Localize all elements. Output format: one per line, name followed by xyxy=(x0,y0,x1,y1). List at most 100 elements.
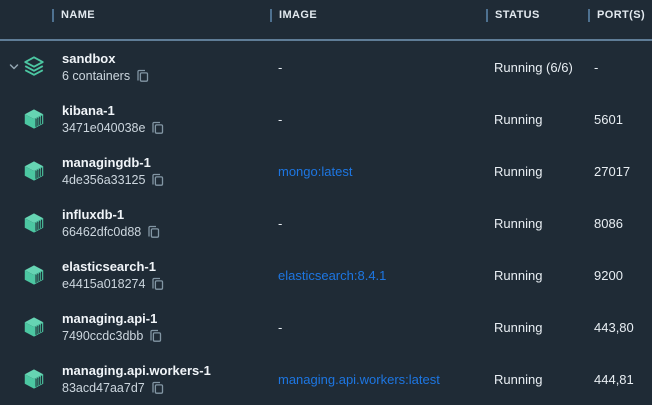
container-sub: 7490ccdc3dbb xyxy=(62,329,143,343)
image-text: - xyxy=(278,216,282,231)
container-icon xyxy=(22,159,46,183)
status-text: Running xyxy=(494,372,542,387)
status-cell: Running xyxy=(486,216,588,231)
ports-text: 444,81 xyxy=(594,372,634,387)
expander-cell xyxy=(0,315,62,339)
status-cell: Running xyxy=(486,320,588,335)
column-header-status[interactable]: STATUS xyxy=(486,0,588,39)
copy-icon[interactable] xyxy=(149,329,162,343)
stack-icon xyxy=(22,55,46,79)
column-divider xyxy=(270,9,272,22)
copy-icon[interactable] xyxy=(151,277,164,291)
table-row[interactable]: kibana-1 3471e040038e - Running xyxy=(0,93,652,145)
name-cell: kibana-1 3471e040038e xyxy=(62,103,278,135)
column-header-image-label: IMAGE xyxy=(279,9,317,22)
ports-cell: 5601 xyxy=(588,112,652,127)
column-header-ports-label: PORT(S) xyxy=(597,9,645,22)
column-header-name[interactable]: NAME xyxy=(52,0,270,39)
table-row[interactable]: elasticsearch-1 e4415a018274 elasticsear… xyxy=(0,249,652,301)
image-cell: managing.api.workers:latest xyxy=(278,372,486,387)
container-icon xyxy=(22,315,46,339)
ports-cell: 443,80 xyxy=(588,320,652,335)
container-icon xyxy=(22,263,46,287)
ports-text: - xyxy=(594,60,598,75)
image-cell: - xyxy=(278,216,486,231)
ports-cell: - xyxy=(588,60,652,75)
table-header: NAME IMAGE STATUS PORT(S) xyxy=(0,0,652,41)
table-row[interactable]: influxdb-1 66462dfc0d88 - Running xyxy=(0,197,652,249)
chevron-down-icon[interactable] xyxy=(9,63,19,71)
name-cell: managingdb-1 4de356a33125 xyxy=(62,155,278,187)
name-cell: sandbox 6 containers xyxy=(62,51,278,83)
container-name: sandbox xyxy=(62,51,278,66)
container-name: managingdb-1 xyxy=(62,155,278,170)
container-icon xyxy=(22,107,46,131)
image-cell: - xyxy=(278,112,486,127)
ports-text: 9200 xyxy=(594,268,623,283)
container-name: kibana-1 xyxy=(62,103,278,118)
copy-icon[interactable] xyxy=(136,69,149,83)
copy-icon[interactable] xyxy=(147,225,160,239)
name-cell: influxdb-1 66462dfc0d88 xyxy=(62,207,278,239)
name-cell: elasticsearch-1 e4415a018274 xyxy=(62,259,278,291)
container-icon xyxy=(22,367,46,391)
image-text: - xyxy=(278,112,282,127)
copy-icon[interactable] xyxy=(151,381,164,395)
ports-cell: 27017 xyxy=(588,164,652,179)
column-header-name-label: NAME xyxy=(61,9,95,22)
expander-cell xyxy=(0,367,62,391)
status-text: Running xyxy=(494,268,542,283)
column-header-ports[interactable]: PORT(S) xyxy=(588,0,652,39)
column-divider xyxy=(588,9,590,22)
container-name: influxdb-1 xyxy=(62,207,278,222)
image-text: - xyxy=(278,320,282,335)
table-row[interactable]: managing.api.workers-1 83acd47aa7d7 mana… xyxy=(0,353,652,405)
table-row[interactable]: managing.api-1 7490ccdc3dbb - Running xyxy=(0,301,652,353)
status-cell: Running xyxy=(486,372,588,387)
status-text: Running xyxy=(494,320,542,335)
image-cell: mongo:latest xyxy=(278,164,486,179)
container-sub: 66462dfc0d88 xyxy=(62,225,141,239)
table-body: sandbox 6 containers - Running (6/6) xyxy=(0,41,652,405)
container-sub: 3471e040038e xyxy=(62,121,145,135)
containers-table: NAME IMAGE STATUS PORT(S) xyxy=(0,0,652,405)
image-cell: elasticsearch:8.4.1 xyxy=(278,268,486,283)
ports-cell: 9200 xyxy=(588,268,652,283)
image-link[interactable]: managing.api.workers:latest xyxy=(278,372,440,387)
expander-cell xyxy=(0,263,62,287)
ports-cell: 444,81 xyxy=(588,372,652,387)
ports-cell: 8086 xyxy=(588,216,652,231)
status-cell: Running xyxy=(486,268,588,283)
status-text: Running (6/6) xyxy=(494,60,573,75)
expander-cell xyxy=(0,55,62,79)
copy-icon[interactable] xyxy=(151,173,164,187)
image-text: - xyxy=(278,60,282,75)
table-row[interactable]: managingdb-1 4de356a33125 mongo:latest R… xyxy=(0,145,652,197)
container-name: managing.api-1 xyxy=(62,311,278,326)
column-header-image[interactable]: IMAGE xyxy=(270,0,486,39)
container-sub: 83acd47aa7d7 xyxy=(62,381,145,395)
container-icon xyxy=(22,211,46,235)
ports-text: 5601 xyxy=(594,112,623,127)
image-link[interactable]: elasticsearch:8.4.1 xyxy=(278,268,386,283)
column-divider xyxy=(486,9,488,22)
container-sub: e4415a018274 xyxy=(62,277,145,291)
status-cell: Running (6/6) xyxy=(486,60,588,75)
status-text: Running xyxy=(494,112,542,127)
status-text: Running xyxy=(494,164,542,179)
status-cell: Running xyxy=(486,164,588,179)
image-cell: - xyxy=(278,320,486,335)
expander-cell xyxy=(0,211,62,235)
copy-icon[interactable] xyxy=(151,121,164,135)
container-sub: 6 containers xyxy=(62,69,130,83)
image-link[interactable]: mongo:latest xyxy=(278,164,352,179)
name-cell: managing.api-1 7490ccdc3dbb xyxy=(62,311,278,343)
container-name: managing.api.workers-1 xyxy=(62,363,278,378)
table-row[interactable]: sandbox 6 containers - Running (6/6) xyxy=(0,41,652,93)
ports-text: 8086 xyxy=(594,216,623,231)
header-spacer xyxy=(0,0,52,39)
status-cell: Running xyxy=(486,112,588,127)
ports-text: 443,80 xyxy=(594,320,634,335)
column-header-status-label: STATUS xyxy=(495,9,540,22)
status-text: Running xyxy=(494,216,542,231)
